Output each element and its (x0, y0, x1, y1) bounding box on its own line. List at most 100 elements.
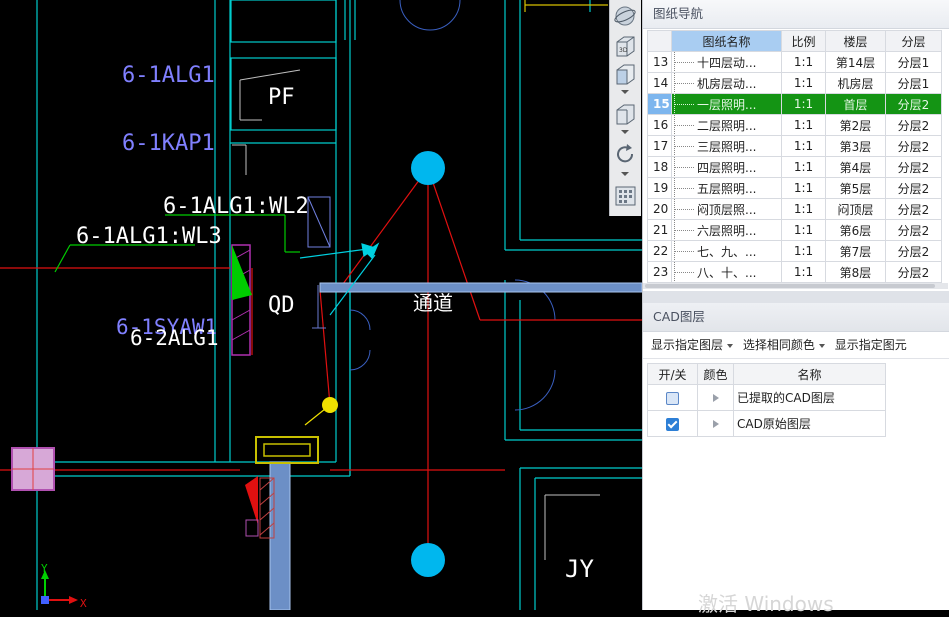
floor-cell[interactable]: 第5层 (825, 177, 886, 199)
box-view-icon[interactable] (613, 102, 638, 126)
column-header-layer[interactable]: 分层 (885, 30, 942, 52)
scale-cell[interactable]: 1:1 (781, 219, 826, 241)
3d-view-icon[interactable]: 3D (613, 34, 638, 58)
drawing-row[interactable]: 15 一层照明... 1:1 首层 分层2 (647, 93, 942, 115)
layer-cell[interactable]: 分层2 (885, 114, 942, 136)
drawing-name-cell[interactable]: 六层照明... (671, 219, 782, 241)
scale-cell[interactable]: 1:1 (781, 198, 826, 220)
switch-diagonal (307, 196, 331, 248)
scale-cell[interactable]: 1:1 (781, 240, 826, 262)
drawing-name: 十四层动... (697, 55, 757, 70)
layer-cell[interactable]: 分层1 (885, 51, 942, 73)
row-number: 21 (647, 219, 672, 241)
dropdown-arrow-icon[interactable] (621, 172, 629, 176)
column-header-name[interactable]: 图纸名称 (671, 30, 782, 52)
column-header-num[interactable] (647, 30, 672, 52)
layer-cell[interactable]: 分层2 (885, 135, 942, 157)
floor-cell[interactable]: 第14层 (825, 51, 886, 73)
scale-cell[interactable]: 1:1 (781, 177, 826, 199)
drawing-row[interactable]: 17 三层照明... 1:1 第3层 分层2 (647, 135, 942, 157)
expand-arrow-icon[interactable] (712, 419, 719, 428)
layer-cell[interactable]: 分层2 (885, 219, 942, 241)
dropdown-arrow-icon[interactable] (621, 90, 629, 94)
floor-cell[interactable]: 第7层 (825, 240, 886, 262)
scale-cell[interactable]: 1:1 (781, 93, 826, 115)
drawing-name-cell[interactable]: 二层照明... (671, 114, 782, 136)
tree-connector-icon (674, 52, 694, 72)
drawing-name-cell[interactable]: 闷顶层照... (671, 198, 782, 220)
rotate-icon[interactable] (613, 142, 638, 166)
column-header-floor[interactable]: 楼层 (825, 30, 886, 52)
drawing-row[interactable]: 20 闷顶层照... 1:1 闷顶层 分层2 (647, 198, 942, 220)
drawing-row[interactable]: 16 二层照明... 1:1 第2层 分层2 (647, 114, 942, 136)
drawing-row[interactable]: 21 六层照明... 1:1 第6层 分层2 (647, 219, 942, 241)
drawing-name-cell[interactable]: 一层照明... (671, 93, 782, 115)
floor-cell[interactable]: 第2层 (825, 114, 886, 136)
drawing-name-cell[interactable]: 八、十、... (671, 261, 782, 283)
select-same-color-dropdown[interactable]: 选择相同颜色 (743, 338, 825, 352)
layer-cell[interactable]: 分层2 (885, 198, 942, 220)
layer-cell[interactable]: 分层2 (885, 156, 942, 178)
floor-cell[interactable]: 首层 (825, 93, 886, 115)
show-layer-dropdown[interactable]: 显示指定图层 (651, 338, 734, 352)
drawing-row[interactable]: 22 七、九、... 1:1 第7层 分层2 (647, 240, 942, 262)
layer-visibility-checkbox[interactable] (666, 417, 679, 431)
scale-cell[interactable]: 1:1 (781, 51, 826, 73)
orbit-icon[interactable] (613, 4, 638, 28)
layer-cell[interactable]: 分层2 (885, 261, 942, 283)
tree-connector-icon (674, 94, 694, 114)
cube-view-icon[interactable] (613, 62, 638, 86)
row-number: 16 (647, 114, 672, 136)
scale-cell[interactable]: 1:1 (781, 261, 826, 283)
floor-cell[interactable]: 第3层 (825, 135, 886, 157)
drawing-name-cell[interactable]: 四层照明... (671, 156, 782, 178)
panel-splitter[interactable] (643, 291, 949, 303)
horizontal-scrollbar[interactable] (643, 283, 948, 289)
layer-cell[interactable]: 分层2 (885, 177, 942, 199)
column-header-scale[interactable]: 比例 (781, 30, 826, 52)
label-alg1: 6-1ALG1 (122, 63, 215, 88)
layer-cell[interactable]: 分层1 (885, 72, 942, 94)
scale-cell[interactable]: 1:1 (781, 156, 826, 178)
small-box (245, 519, 259, 537)
floor-cell[interactable]: 机房层 (825, 72, 886, 94)
layer-row[interactable]: CAD原始图层 (647, 410, 886, 437)
hatch (231, 309, 251, 321)
drawing-row[interactable]: 14 机房层动... 1:1 机房层 分层1 (647, 72, 942, 94)
scrollbar-thumb[interactable] (645, 284, 935, 288)
x-axis-arrow (69, 596, 78, 604)
layer-cell[interactable]: 分层2 (885, 240, 942, 262)
layer-visibility-checkbox[interactable] (666, 391, 679, 405)
grid-settings-icon[interactable] (613, 184, 638, 208)
drawing-row[interactable]: 23 八、十、... 1:1 第8层 分层2 (647, 261, 942, 283)
cad-drawing[interactable]: 6-1ALG1 6-1KAP1 PF 6-1ALG1:WL2 6-1ALG1:W… (0, 0, 642, 610)
layer-row[interactable]: 已提取的CAD图层 (647, 384, 886, 411)
layer-name: CAD原始图层 (733, 410, 886, 437)
scale-cell[interactable]: 1:1 (781, 114, 826, 136)
row-number: 13 (647, 51, 672, 73)
drawing-name-cell[interactable]: 五层照明... (671, 177, 782, 199)
drawing-name-cell[interactable]: 机房层动... (671, 72, 782, 94)
show-element-button[interactable]: 显示指定图元 (835, 338, 907, 352)
floor-cell[interactable]: 第4层 (825, 156, 886, 178)
door-arc (514, 369, 556, 411)
scale-cell[interactable]: 1:1 (781, 72, 826, 94)
expand-arrow-icon[interactable] (712, 393, 719, 402)
drawing-name-cell[interactable]: 十四层动... (671, 51, 782, 73)
scale-cell[interactable]: 1:1 (781, 135, 826, 157)
layer-cell[interactable]: 分层2 (885, 93, 942, 115)
row-number: 19 (647, 177, 672, 199)
floor-cell[interactable]: 闷顶层 (825, 198, 886, 220)
cad-canvas[interactable]: 6-1ALG1 6-1KAP1 PF 6-1ALG1:WL2 6-1ALG1:W… (0, 0, 642, 610)
drawing-name-cell[interactable]: 三层照明... (671, 135, 782, 157)
drawing-row[interactable]: 18 四层照明... 1:1 第4层 分层2 (647, 156, 942, 178)
tree-connector-icon (674, 199, 694, 219)
drawing-row[interactable]: 13 十四层动... 1:1 第14层 分层1 (647, 51, 942, 73)
floor-cell[interactable]: 第8层 (825, 261, 886, 283)
drawing-name-cell[interactable]: 七、九、... (671, 240, 782, 262)
drawing-row[interactable]: 19 五层照明... 1:1 第5层 分层2 (647, 177, 942, 199)
floor-cell[interactable]: 第6层 (825, 219, 886, 241)
show-element-label: 显示指定图元 (834, 338, 907, 352)
dropdown-arrow-icon[interactable] (621, 130, 629, 134)
door-arc (349, 349, 371, 371)
